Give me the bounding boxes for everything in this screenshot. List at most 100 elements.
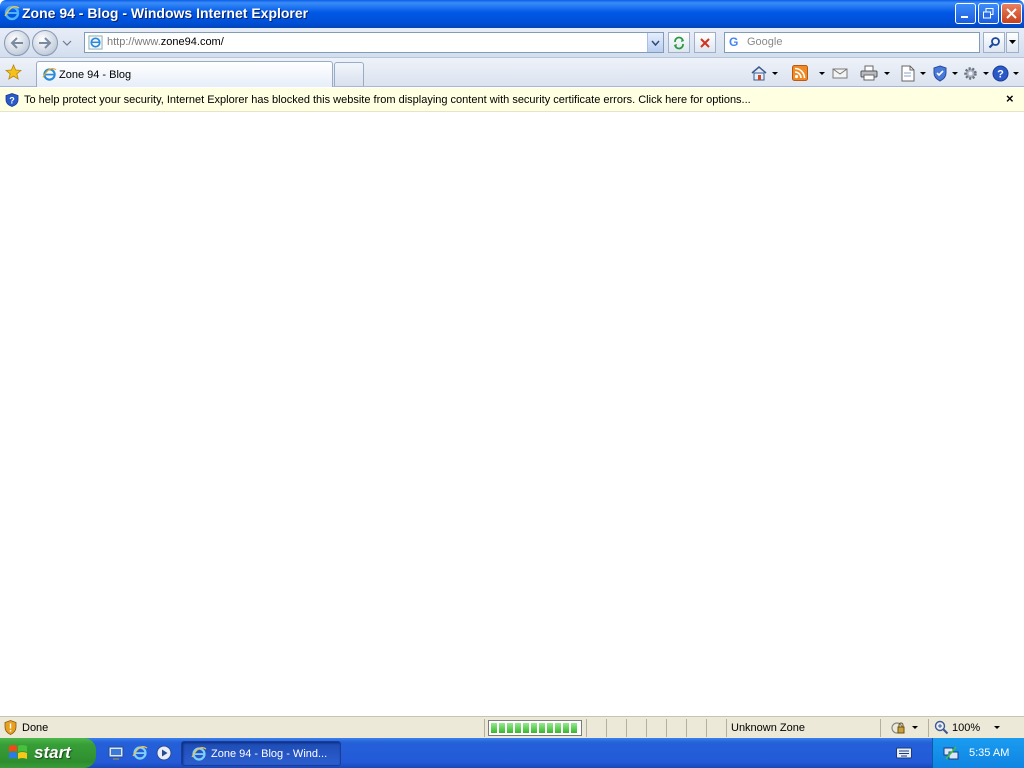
- address-toolbar: http://www.zone94.com/ G Google: [0, 28, 1024, 58]
- windows-logo-icon: [9, 745, 27, 759]
- start-button[interactable]: start: [0, 738, 96, 768]
- svg-text:?: ?: [997, 68, 1004, 80]
- safety-menu-button[interactable]: [932, 63, 958, 83]
- close-icon: [1006, 8, 1017, 19]
- page-menu-button[interactable]: [900, 63, 926, 83]
- address-bar[interactable]: http://www.zone94.com/: [84, 32, 664, 53]
- information-bar[interactable]: ? To help protect your security, Interne…: [0, 88, 1024, 112]
- refresh-icon: [674, 36, 684, 49]
- keyboard-icon[interactable]: [896, 747, 912, 759]
- status-divider: [484, 719, 485, 737]
- status-divider: [646, 719, 647, 737]
- title-bar[interactable]: Zone 94 - Blog - Windows Internet Explor…: [0, 0, 1024, 28]
- restore-button[interactable]: [978, 3, 999, 24]
- ie-logo-icon[interactable]: [132, 745, 148, 761]
- restore-icon: [983, 8, 994, 19]
- forward-arrow-icon: [39, 37, 52, 49]
- stop-icon: [700, 37, 710, 48]
- search-input[interactable]: G Google: [724, 32, 980, 53]
- status-divider: [928, 719, 929, 737]
- start-label: start: [34, 743, 71, 762]
- ie-logo-icon: [191, 747, 207, 761]
- safety-dropdown-icon[interactable]: [952, 71, 958, 75]
- security-shield-icon: ?: [5, 93, 19, 107]
- status-divider: [626, 719, 627, 737]
- back-arrow-icon: [10, 37, 23, 49]
- read-mail-button[interactable]: [832, 63, 848, 83]
- status-divider: [586, 719, 587, 737]
- url-host: zone94.com/: [160, 36, 224, 48]
- help-menu-button[interactable]: ?: [992, 63, 1019, 83]
- url-text: http://www.zone94.com/: [107, 36, 224, 48]
- back-button[interactable]: [4, 30, 30, 56]
- show-desktop-icon[interactable]: [108, 745, 124, 761]
- feeds-dropdown-icon[interactable]: [819, 71, 825, 75]
- ie-page-icon: [88, 35, 103, 50]
- taskbar-item-ie-window[interactable]: Zone 94 - Blog - Wind...: [181, 741, 341, 766]
- mail-icon: [832, 68, 848, 79]
- status-divider: [706, 719, 707, 737]
- progress-bar: [488, 720, 582, 736]
- print-button[interactable]: [860, 63, 890, 83]
- forward-button[interactable]: [32, 30, 58, 56]
- feeds-button[interactable]: [792, 63, 825, 83]
- zoom-dropdown-icon[interactable]: [994, 726, 1000, 729]
- minimize-icon: [961, 16, 968, 18]
- zoom-button[interactable]: [934, 720, 949, 738]
- url-prefix: http://www.: [107, 36, 161, 48]
- lock-globe-icon: [891, 722, 905, 734]
- rss-feed-icon: [792, 65, 808, 81]
- refresh-button[interactable]: [668, 32, 690, 53]
- help-icon: ?: [992, 65, 1009, 81]
- information-bar-close-icon[interactable]: ×: [1006, 92, 1018, 105]
- search-button[interactable]: [983, 32, 1005, 53]
- taskbar: start Zone 94 - Blog - Wind... 5:35 AM: [0, 738, 1024, 768]
- svg-text:?: ?: [9, 96, 15, 106]
- information-bar-message[interactable]: To help protect your security, Internet …: [24, 94, 751, 106]
- print-dropdown-icon[interactable]: [884, 71, 890, 75]
- ie-logo-icon: [4, 5, 20, 21]
- window-title: Zone 94 - Blog - Windows Internet Explor…: [22, 5, 309, 21]
- close-window-button[interactable]: [1001, 3, 1022, 24]
- status-divider: [880, 719, 881, 737]
- help-dropdown-icon[interactable]: [1013, 71, 1019, 75]
- chevron-down-icon: [1009, 40, 1016, 44]
- status-text: Done: [22, 722, 49, 734]
- network-icon[interactable]: [943, 745, 959, 761]
- page-icon: [901, 65, 915, 81]
- clock[interactable]: 5:35 AM: [969, 747, 1009, 759]
- chevron-down-icon: [651, 40, 660, 46]
- status-divider: [666, 719, 667, 737]
- zoom-level[interactable]: 100%: [952, 722, 980, 734]
- google-icon: G: [729, 35, 739, 49]
- minimize-button[interactable]: [955, 3, 976, 24]
- stop-button[interactable]: [694, 32, 716, 53]
- recent-pages-dropdown-icon[interactable]: [62, 38, 72, 48]
- protected-mode-button[interactable]: [890, 720, 918, 735]
- system-tray: 5:35 AM: [932, 738, 1024, 768]
- favorites-star-icon[interactable]: [5, 64, 22, 81]
- security-zone-text[interactable]: Unknown Zone: [731, 722, 805, 734]
- tools-dropdown-icon[interactable]: [983, 71, 989, 75]
- tools-menu-button[interactable]: [962, 63, 989, 83]
- security-warning-icon: [4, 720, 17, 735]
- page-dropdown-icon[interactable]: [920, 71, 926, 75]
- taskbar-item-label: Zone 94 - Blog - Wind...: [211, 748, 328, 760]
- home-dropdown-icon[interactable]: [772, 71, 778, 75]
- tab-label: Zone 94 - Blog: [59, 69, 132, 81]
- status-divider: [726, 719, 727, 737]
- home-button[interactable]: [750, 63, 778, 83]
- address-dropdown-button[interactable]: [647, 33, 663, 52]
- resize-grip[interactable]: [1012, 723, 1022, 735]
- page-content[interactable]: [0, 112, 1024, 716]
- search-icon: [988, 37, 1000, 49]
- search-placeholder: Google: [747, 36, 783, 48]
- search-options-dropdown[interactable]: [1006, 32, 1019, 53]
- media-player-icon[interactable]: [156, 745, 172, 761]
- status-divider: [686, 719, 687, 737]
- status-bar: Done Unknown Zone 100%: [0, 716, 1024, 738]
- status-divider: [606, 719, 607, 737]
- tab-zone94-blog[interactable]: Zone 94 - Blog: [36, 61, 333, 87]
- chevron-down-icon: [912, 726, 918, 729]
- new-tab-button[interactable]: [334, 62, 364, 86]
